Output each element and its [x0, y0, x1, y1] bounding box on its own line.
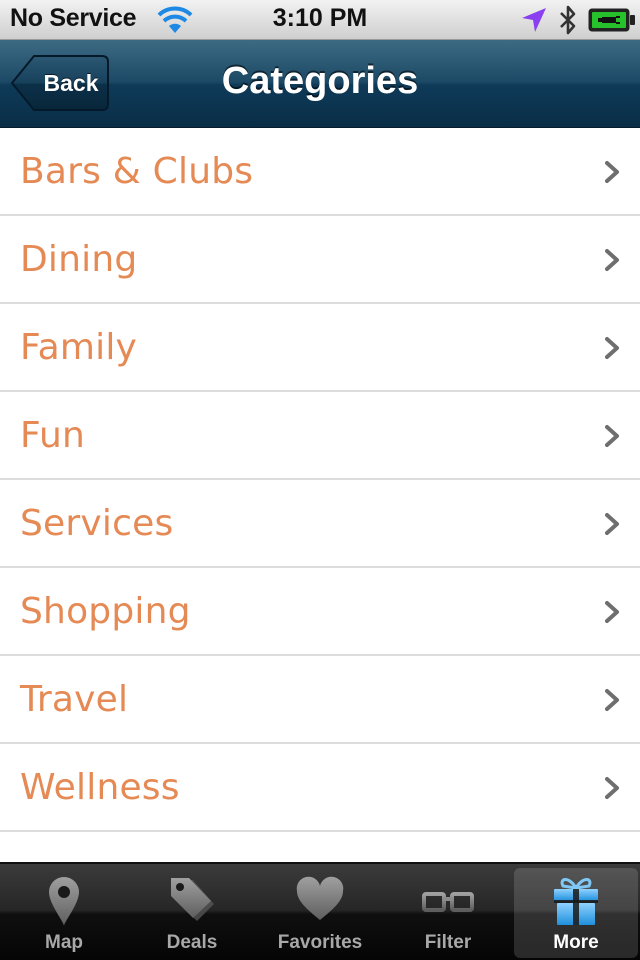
category-label: Family [20, 327, 138, 368]
category-label: Shopping [20, 591, 191, 632]
app-screen: No Service 3:10 PM Back Categories Bars … [0, 0, 640, 960]
navigation-bar: Back Categories [0, 40, 640, 128]
tab-label: Favorites [277, 932, 363, 953]
tab-bar: Map Deals Favorites Filter More [0, 862, 640, 960]
price-tag-icon [171, 878, 214, 921]
category-row-dining[interactable]: Dining [0, 216, 640, 304]
category-label: Wellness [20, 767, 180, 808]
category-row-fun[interactable]: Fun [0, 392, 640, 480]
category-row-bars-clubs[interactable]: Bars & Clubs [0, 128, 640, 216]
category-row-travel[interactable]: Travel [0, 656, 640, 744]
tab-label: Filter [424, 932, 472, 953]
category-row-family[interactable]: Family [0, 304, 640, 392]
category-row-services[interactable]: Services [0, 480, 640, 568]
tab-label: Map [45, 932, 83, 953]
status-bar: No Service 3:10 PM [0, 0, 640, 40]
page-title: Categories [221, 60, 419, 102]
category-row-empty [0, 832, 640, 862]
chevron-right-icon [605, 161, 619, 183]
location-arrow-icon [522, 8, 546, 32]
category-label: Travel [20, 679, 129, 720]
category-row-wellness[interactable]: Wellness [0, 744, 640, 832]
category-label: Services [20, 503, 174, 544]
category-list: Bars & Clubs Dining Family Fun Services … [0, 128, 640, 862]
chevron-right-icon [605, 513, 619, 535]
heart-icon [296, 876, 344, 920]
chevron-right-icon [605, 425, 619, 447]
tab-filter[interactable]: Filter [386, 868, 510, 958]
chevron-right-icon [605, 689, 619, 711]
chevron-right-icon [605, 337, 619, 359]
map-pin-icon [49, 877, 79, 926]
category-label: Bars & Clubs [20, 151, 254, 192]
tab-label: More [553, 932, 599, 953]
tab-favorites[interactable]: Favorites [258, 868, 382, 958]
tab-label: Deals [166, 932, 218, 953]
tab-more[interactable]: More [514, 868, 638, 958]
category-label: Fun [20, 415, 85, 456]
category-label: Dining [20, 239, 138, 280]
back-button-label: Back [43, 70, 99, 96]
tab-deals[interactable]: Deals [130, 868, 254, 958]
category-row-shopping[interactable]: Shopping [0, 568, 640, 656]
tab-map[interactable]: Map [2, 868, 126, 958]
chevron-right-icon [605, 601, 619, 623]
battery-charging-icon [588, 8, 635, 32]
glasses-icon [422, 892, 474, 912]
bluetooth-icon [560, 5, 576, 35]
back-button[interactable]: Back [10, 54, 110, 112]
chevron-right-icon [605, 777, 619, 799]
gift-icon [554, 878, 598, 925]
chevron-right-icon [605, 249, 619, 271]
